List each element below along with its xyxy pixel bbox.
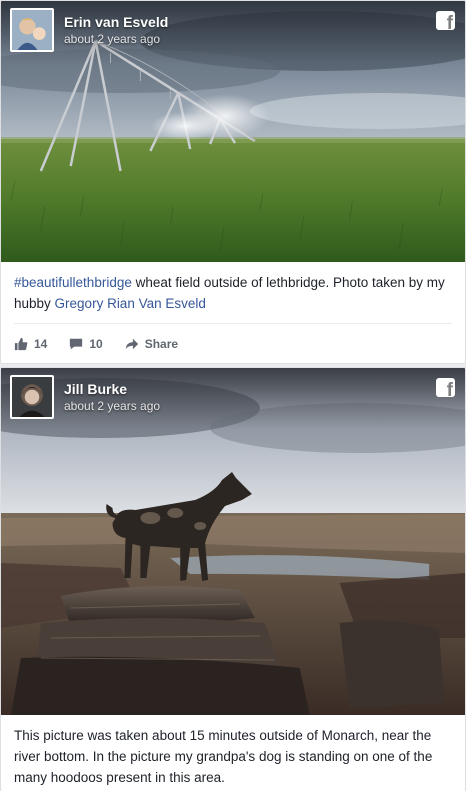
avatar[interactable] <box>10 8 54 52</box>
facebook-icon[interactable]: f <box>436 11 455 30</box>
share-button[interactable]: Share <box>125 337 178 351</box>
avatar-image <box>12 10 52 50</box>
post-header: Erin van Esveld about 2 years ago f <box>1 1 465 63</box>
post-header: Jill Burke about 2 years ago f <box>1 368 465 430</box>
avatar-image <box>12 377 52 417</box>
caption-text: This picture was taken about 15 minutes … <box>14 728 433 785</box>
author-name[interactable]: Erin van Esveld <box>64 14 168 30</box>
divider <box>14 323 452 324</box>
comment-count: 10 <box>89 337 103 351</box>
post-timestamp[interactable]: about 2 years ago <box>64 32 160 46</box>
post-actions: 14 10 Share <box>14 334 200 354</box>
hashtag-link[interactable]: #beautifullethbridge <box>14 275 132 290</box>
like-count: 14 <box>34 337 48 351</box>
avatar[interactable] <box>10 375 54 419</box>
comment-icon <box>70 338 83 350</box>
share-label: Share <box>144 337 179 351</box>
share-arrow-icon <box>125 338 138 350</box>
author-name[interactable]: Jill Burke <box>64 381 127 397</box>
mention-link[interactable]: Gregory Rian Van Esveld <box>55 296 206 311</box>
comment-button[interactable]: 10 <box>69 337 103 351</box>
post-card: Erin van Esveld about 2 years ago f #bea… <box>0 0 466 364</box>
post-timestamp[interactable]: about 2 years ago <box>64 399 160 413</box>
thumbs-up-icon <box>14 337 28 351</box>
like-button[interactable]: 14 <box>14 337 47 351</box>
facebook-icon[interactable]: f <box>436 378 455 397</box>
social-feed: Erin van Esveld about 2 years ago f #bea… <box>0 0 466 791</box>
post-caption: #beautifullethbridge wheat field outside… <box>14 272 452 314</box>
post-card: Jill Burke about 2 years ago f This pict… <box>0 367 466 791</box>
post-caption: This picture was taken about 15 minutes … <box>14 725 452 788</box>
